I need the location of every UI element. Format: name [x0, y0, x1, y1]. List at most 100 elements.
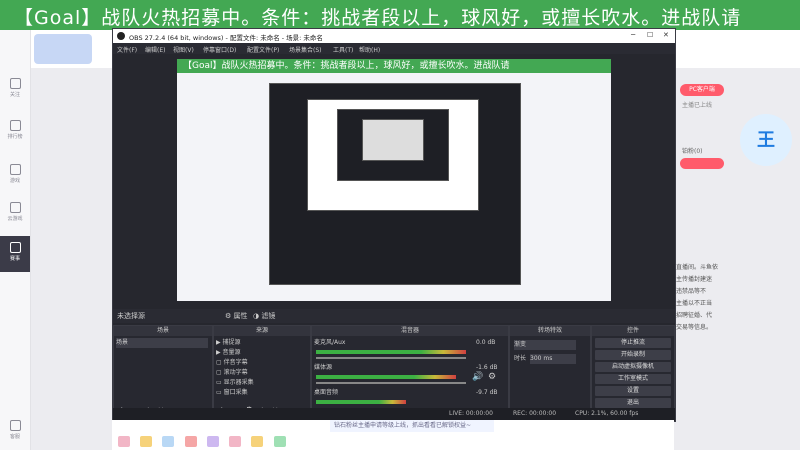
gift-icon[interactable]	[206, 436, 219, 447]
sidebar-item-esports[interactable]: 赛事	[0, 236, 30, 272]
sidebar-item-label: 排行榜	[7, 134, 23, 140]
sidebar-item-service[interactable]: 客服	[0, 420, 30, 440]
sidebar-item-label: 客服	[9, 434, 20, 440]
gift-icon[interactable]	[273, 436, 286, 447]
gift-icon[interactable]	[229, 436, 242, 447]
source-toolbar: 未选择源 ⚙ 属性 ◑ 滤镜	[113, 309, 675, 323]
source-label: 显示器采集	[223, 379, 254, 386]
menu-profile[interactable]: 配置文件(P)	[247, 45, 279, 54]
duration-label: 时长	[514, 355, 527, 362]
source-label: 音量源	[222, 349, 241, 356]
site-logo[interactable]	[34, 34, 92, 64]
rules-line: 交易等信息。	[676, 324, 713, 331]
start-recording-button[interactable]: 开始录制	[595, 350, 671, 360]
scene-item[interactable]: 场景	[116, 338, 208, 348]
menu-scene-collection[interactable]: 场景集合(S)	[289, 45, 322, 54]
studio-mode-button[interactable]: 工作室模式	[595, 374, 671, 384]
transitions-title: 转场特效	[510, 326, 590, 336]
stop-streaming-button[interactable]: 停止推流	[595, 338, 671, 348]
virtual-camera-button[interactable]: 启动虚拟摄像机	[595, 362, 671, 372]
source-item[interactable]: ▶ 捕捉源	[216, 338, 241, 348]
mixer-channel-name: 麦克风/Aux	[314, 339, 346, 346]
stream-banner: 【Goal】战队火热招募中。条件：挑战者段以上，球风好，或擅长吹水。进战队请	[0, 0, 800, 30]
rules-line: 违禁品等不	[676, 288, 707, 295]
tip-bar[interactable]: 钻石粉丝主播申请等级上线，抓出看看已解锁权益~	[330, 420, 494, 432]
source-label: 捕捉源	[222, 339, 241, 346]
audio-meter	[316, 350, 466, 354]
heart-icon	[9, 78, 21, 89]
filters-button[interactable]: ◑ 滤镜	[253, 311, 275, 321]
gift-icon[interactable]	[251, 436, 264, 447]
headset-icon	[9, 420, 21, 431]
gift-icon[interactable]	[162, 436, 175, 447]
mixer-title: 混音器	[312, 326, 508, 336]
properties-label: 属性	[233, 312, 248, 320]
mixer-channel-db: 0.0 dB	[476, 339, 496, 346]
action-button[interactable]	[680, 158, 724, 169]
menu-tools[interactable]: 工具(T)	[333, 45, 353, 54]
volume-slider[interactable]	[316, 357, 466, 359]
source-item[interactable]: ▭ 窗口采集	[216, 388, 248, 398]
nested-obs-preview	[362, 119, 424, 161]
close-icon[interactable]: ✕	[663, 31, 669, 39]
audio-meter	[316, 400, 406, 404]
transition-select[interactable]: 渐变	[514, 340, 576, 350]
live-status: LIVE: 00:00:00	[449, 410, 493, 417]
filters-label: 滤镜	[261, 312, 276, 320]
menu-file[interactable]: 文件(F)	[117, 45, 137, 54]
source-label: 伴音字幕	[223, 359, 248, 366]
rules-line: 招聘征婚、代	[676, 312, 713, 319]
speaker-icon[interactable]: 🔊	[472, 372, 483, 382]
gift-icon[interactable]	[140, 436, 153, 447]
sidebar-item-cloud-games[interactable]: 云游戏	[0, 202, 30, 222]
cloud-game-icon	[9, 202, 21, 213]
menu-view[interactable]: 视图(V)	[173, 45, 194, 54]
gift-row	[118, 436, 518, 450]
stream-preview[interactable]: 【Goal】战队火热招募中。条件：挑战者段以上，球风好，或擅长吹水。进战队请	[177, 59, 611, 301]
menu-edit[interactable]: 编辑(E)	[145, 45, 165, 54]
source-label: 窗口采集	[223, 389, 248, 396]
gift-icon[interactable]	[118, 436, 130, 447]
volume-slider[interactable]	[316, 382, 466, 384]
rules-text: 直播间。斗鱼依 主传播封建迷 违禁品等不 主播以不正当 招聘征婚、代 交易等信息…	[676, 262, 722, 334]
exit-button[interactable]: 退出	[595, 398, 671, 408]
mixer-dock: 混音器 麦克风/Aux 0.0 dB 媒体源 -1.6 dB 桌面音频 -9.7…	[311, 325, 509, 419]
promo-badge[interactable]: 王	[735, 110, 797, 170]
sidebar-item-label: 赛事	[9, 256, 20, 262]
sidebar-item-follow[interactable]: 关注	[0, 78, 30, 98]
left-sidebar: 关注 排行榜 游戏 云游戏 赛事 客服	[0, 30, 31, 450]
sidebar-item-label: 游戏	[9, 178, 20, 184]
source-item[interactable]: ▶ 音量源	[216, 348, 241, 358]
source-item[interactable]: ▢ 伴音字幕	[216, 358, 248, 368]
obs-status-bar: LIVE: 00:00:00 REC: 00:00:00 CPU: 2.1%, …	[113, 408, 675, 420]
list-icon	[9, 120, 21, 131]
gear-icon[interactable]: ⚙	[488, 372, 496, 382]
rules-line: 直播间。斗鱼依	[676, 264, 719, 271]
controls-dock: 控件 停止推流 开始录制 启动虚拟摄像机 工作室模式 设置 退出	[591, 325, 675, 419]
source-label: 滚动字幕	[223, 369, 248, 376]
settings-button[interactable]: 设置	[595, 386, 671, 396]
obs-menu-bar: 文件(F) 编辑(E) 视图(V) 停靠窗口(D) 配置文件(P) 场景集合(S…	[113, 43, 675, 54]
menu-help[interactable]: 帮助(H)	[359, 45, 380, 54]
rules-line: 主传播封建迷	[676, 276, 713, 283]
maximize-icon[interactable]: ☐	[647, 31, 653, 39]
banner-text: 【Goal】战队火热招募中。条件：挑战者段以上，球风好，或擅长吹水。进战队请	[14, 7, 742, 29]
obs-title-bar: OBS 27.2.4 (64 bit, windows) - 配置文件: 未命名…	[113, 29, 675, 43]
cpu-status: CPU: 2.1%, 60.00 fps	[575, 410, 639, 417]
sidebar-item-games[interactable]: 游戏	[0, 164, 30, 184]
properties-button[interactable]: ⚙ 属性	[225, 311, 248, 321]
minimize-icon[interactable]: ─	[631, 31, 635, 39]
rules-line: 主播以不正当	[676, 300, 713, 307]
pc-client-button[interactable]: PC客户端	[680, 84, 724, 96]
gift-icon[interactable]	[184, 436, 197, 447]
sidebar-item-label: 云游戏	[7, 216, 23, 222]
transitions-dock: 转场特效 渐变 时长 300 ms	[509, 325, 591, 419]
rec-status: REC: 00:00:00	[513, 410, 557, 417]
mixer-channel-name: 媒体源	[314, 364, 333, 371]
sidebar-item-rank[interactable]: 排行榜	[0, 120, 30, 140]
source-item[interactable]: ▭ 显示器采集	[216, 378, 254, 388]
duration-input[interactable]: 300 ms	[530, 354, 576, 364]
menu-docks[interactable]: 停靠窗口(D)	[203, 45, 236, 54]
source-item[interactable]: ▢ 滚动字幕	[216, 368, 248, 378]
sources-dock: 来源 ▶ 捕捉源 ▶ 音量源 ▢ 伴音字幕 ▢ 滚动字幕 ▭ 显示器采集 ▭ 窗…	[213, 325, 311, 419]
